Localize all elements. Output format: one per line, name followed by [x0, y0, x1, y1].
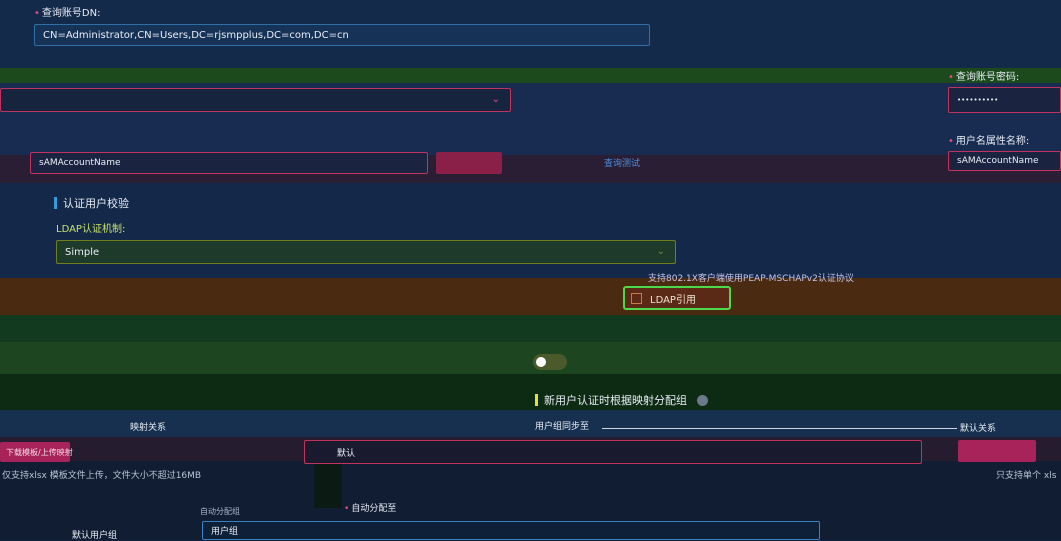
upload-mapping-label: 下载模板/上传映射 [6, 447, 73, 457]
ldap-ref-label: LDAP引用 [650, 294, 696, 306]
chevron-down-icon: ⌄ [491, 94, 500, 105]
query-password-input[interactable]: •••••••••• [948, 87, 1061, 113]
username-attr-input[interactable]: sAMAccountName [948, 151, 1061, 171]
query-dn-input[interactable]: CN=Administrator,CN=Users,DC=rjsmpplus,D… [34, 24, 650, 46]
ldap-ref-checkbox[interactable]: LDAP引用 [623, 286, 731, 310]
auth-check-title: 认证用户校验 [54, 195, 129, 211]
default-group-input[interactable]: 用户组 [202, 521, 820, 540]
query-password-label-text: 查询账号密码: [955, 72, 1020, 83]
support-hint: 只支持单个 xls [996, 468, 1056, 481]
sync-label: 用户组同步至 [535, 419, 589, 432]
mapping-relation-text: 映射关系 [130, 423, 167, 433]
username-attr-label-text: 用户名属性名称: [955, 136, 1030, 147]
upload-hint-text: 仅支持xlsx 模板文件上传，文件大小不超过16MB [2, 471, 202, 481]
query-test-link[interactable]: 查询测试 [604, 156, 640, 169]
mechanism-label-text: LDAP认证机制: [56, 224, 126, 235]
toggle-knob [536, 357, 546, 367]
band-green-2 [0, 315, 1061, 342]
auto-assign-text: 自动分配至 [351, 504, 397, 514]
auth-check-title-text: 认证用户校验 [63, 197, 129, 210]
query-test-button[interactable] [436, 152, 502, 174]
auto-rule-label: 自动分配组 [200, 506, 240, 517]
support-hint-text: 只支持单个 xls [996, 471, 1057, 481]
upload-mapping-button[interactable]: 下载模板/上传映射 [0, 442, 73, 462]
section-marker [535, 394, 538, 406]
mid-panel [314, 464, 342, 508]
new-user-group-title-text: 新用户认证时根据映射分配组 [544, 394, 687, 407]
upload-hint: 仅支持xlsx 模板文件上传，文件大小不超过16MB [2, 468, 201, 481]
default-group-value: 用户组 [211, 527, 239, 537]
query-test-link-text: 查询测试 [604, 159, 641, 169]
sync-label-text: 用户组同步至 [535, 422, 590, 432]
band-dark-green [0, 374, 1061, 410]
section-marker [54, 197, 57, 209]
username-attr-value-right: sAMAccountName [957, 156, 1039, 166]
username-attr-label: • 用户名属性名称: [948, 136, 1030, 147]
default-group-label: 默认用户组 [72, 528, 117, 541]
group-select[interactable]: 默认 [304, 440, 922, 464]
default-relation-label: 默认关系 [960, 421, 996, 434]
upload-right-button[interactable] [958, 440, 1036, 462]
checkbox-icon [631, 292, 642, 304]
new-user-group-title: 新用户认证时根据映射分配组 [535, 392, 708, 408]
peap-note-text: 支持802.1X客户端使用PEAP-MSCHAPv2认证协议 [648, 274, 854, 284]
sync-line [602, 428, 957, 429]
query-password-label: • 查询账号密码: [948, 72, 1020, 83]
chevron-down-icon: ⌄ [656, 246, 665, 257]
mechanism-value: Simple [65, 246, 100, 258]
query-password-value: •••••••••• [957, 96, 999, 104]
band-green-3 [0, 342, 1061, 374]
info-icon [696, 395, 708, 406]
query-dn-value: CN=Administrator,CN=Users,DC=rjsmpplus,D… [43, 29, 349, 41]
username-attr-value-left: sAMAccountName [39, 158, 121, 168]
directory-select[interactable]: ⌄ [0, 88, 511, 112]
mapping-toggle[interactable] [533, 354, 567, 370]
peap-note: 支持802.1X客户端使用PEAP-MSCHAPv2认证协议 [648, 271, 854, 284]
auto-assign-label: • 自动分配至 [344, 504, 397, 514]
mechanism-select[interactable]: Simple ⌄ [56, 240, 676, 264]
band-brown [0, 278, 1061, 315]
default-relation-text: 默认关系 [960, 424, 997, 434]
select-value: 默认 [337, 448, 356, 459]
auto-rule-text: 自动分配组 [200, 507, 240, 516]
username-attr-input-left[interactable]: sAMAccountName [30, 152, 428, 174]
mapping-relation-label: 映射关系 [130, 420, 166, 433]
query-dn-label: • 查询账号DN: [34, 8, 101, 19]
query-dn-label-text: 查询账号DN: [41, 8, 101, 19]
mechanism-label: LDAP认证机制: [56, 220, 125, 235]
band-green-1 [0, 68, 1061, 83]
